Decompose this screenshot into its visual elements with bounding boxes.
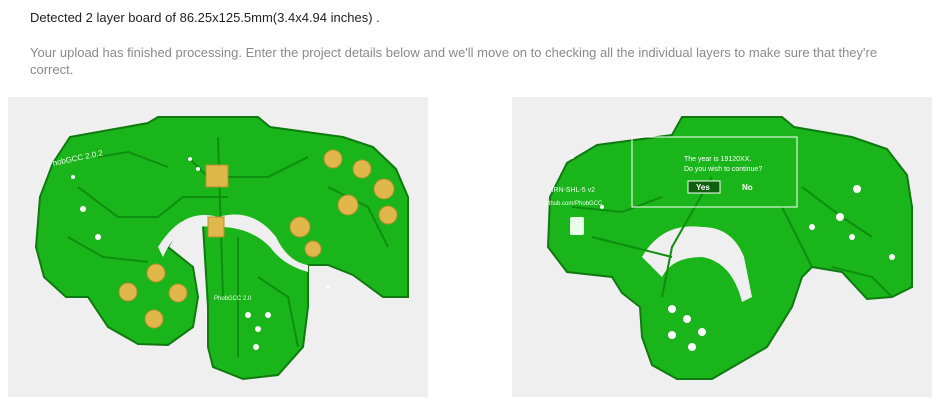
screen-line-1: The year is 19120XX. — [684, 156, 751, 163]
silk-title: GIRN-SHL-5 v2 — [546, 187, 595, 194]
silk-url: github.com/PhobGCC — [544, 201, 603, 207]
no-label: No — [742, 183, 753, 192]
board-top-view-panel: PhobGCC 2.0.2 PhobGCC 2.0 — [8, 97, 428, 397]
logo-icon — [570, 217, 584, 235]
yes-label: Yes — [696, 183, 710, 192]
silk-label-top-2: PhobGCC 2.0 — [214, 296, 252, 302]
screen-line-2: Do you wish to continue? — [684, 166, 762, 173]
board-top-view: PhobGCC 2.0.2 PhobGCC 2.0 — [34, 116, 409, 381]
board-bottom-view: The year is 19120XX. Do you wish to cont… — [544, 116, 913, 380]
upload-note: Your upload has finished processing. Ent… — [30, 45, 878, 77]
detection-message: Detected 2 layer board of 86.25x125.5mm(… — [30, 10, 380, 25]
board-bottom-view-panel: The year is 19120XX. Do you wish to cont… — [512, 97, 932, 397]
